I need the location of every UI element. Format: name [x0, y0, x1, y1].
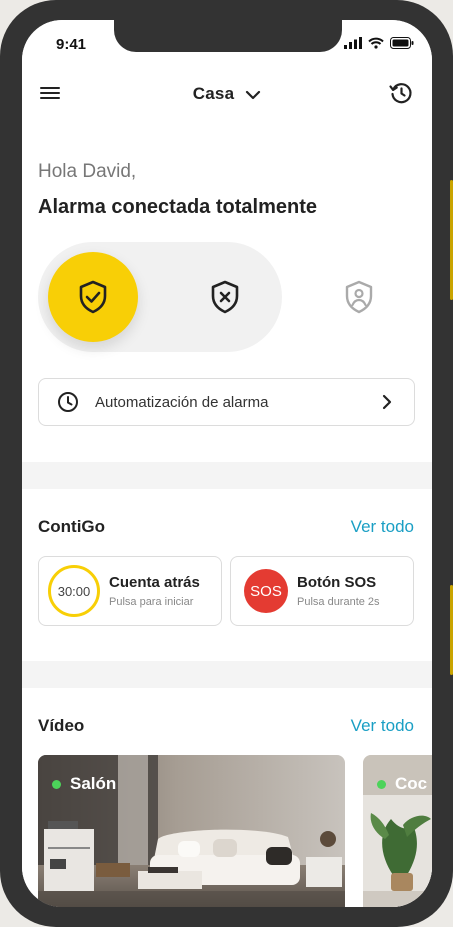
phone-frame: 9:41 Casa Hola David, Alarma conectada t…: [0, 0, 453, 927]
alarm-automation-row[interactable]: Automatización de alarma: [38, 378, 415, 426]
signal-icon: [344, 37, 362, 49]
sos-card[interactable]: SOS Botón SOS Pulsa durante 2s: [230, 556, 414, 626]
alarm-automation-label: Automatización de alarma: [95, 393, 269, 411]
countdown-card[interactable]: 30:00 Cuenta atrás Pulsa para iniciar: [38, 556, 222, 626]
disarm-button[interactable]: [180, 252, 270, 342]
notch: [114, 20, 342, 52]
battery-icon: [390, 37, 414, 49]
online-indicator: [377, 779, 386, 789]
sos-subtitle: Pulsa durante 2s: [297, 596, 380, 608]
partial-arm-button[interactable]: [314, 252, 404, 342]
camera-card-salon[interactable]: Salón: [38, 755, 345, 907]
alarm-status: Alarma conectada totalmente: [38, 196, 317, 218]
contigo-title: ContiGo: [38, 517, 106, 536]
chevron-down-icon: [246, 90, 261, 99]
video-section: Vídeo Ver todo Salón Coc: [22, 688, 432, 907]
contigo-section: ContiGo Ver todo 30:00 Cuenta atrás Puls…: [22, 489, 432, 661]
video-see-all-link[interactable]: Ver todo: [351, 716, 414, 736]
chevron-right-icon: [382, 394, 392, 410]
sos-badge: SOS: [244, 569, 288, 613]
camera-name: Salón: [70, 774, 117, 793]
countdown-text: Cuenta atrás Pulsa para iniciar: [109, 574, 200, 608]
camera-label: Coc: [377, 774, 427, 794]
history-icon[interactable]: [388, 80, 414, 106]
shield-check-icon: [79, 280, 107, 314]
countdown-subtitle: Pulsa para iniciar: [109, 596, 194, 608]
status-icons: [344, 37, 414, 49]
home-selector-label: Casa: [192, 84, 235, 103]
camera-name: Coc: [395, 774, 428, 793]
greeting: Hola David,: [38, 161, 137, 182]
status-time: 9:41: [56, 36, 87, 53]
camera-card-cocina[interactable]: Coc: [363, 755, 432, 907]
home-selector[interactable]: Casa: [22, 84, 432, 104]
screen: 9:41 Casa Hola David, Alarma conectada t…: [22, 20, 432, 907]
online-indicator: [52, 779, 61, 789]
clock-icon: [58, 392, 78, 412]
sos-text: Botón SOS Pulsa durante 2s: [297, 574, 380, 608]
arm-button[interactable]: [48, 252, 138, 342]
camera-label: Salón: [52, 774, 116, 794]
shield-user-icon: [345, 280, 373, 314]
countdown-title: Cuenta atrás: [109, 574, 200, 591]
wifi-icon: [368, 37, 384, 49]
countdown-badge: 30:00: [48, 565, 100, 617]
video-title: Vídeo: [38, 716, 85, 735]
contigo-see-all-link[interactable]: Ver todo: [351, 517, 414, 537]
shield-x-icon: [211, 280, 239, 314]
sos-title: Botón SOS: [297, 574, 377, 591]
